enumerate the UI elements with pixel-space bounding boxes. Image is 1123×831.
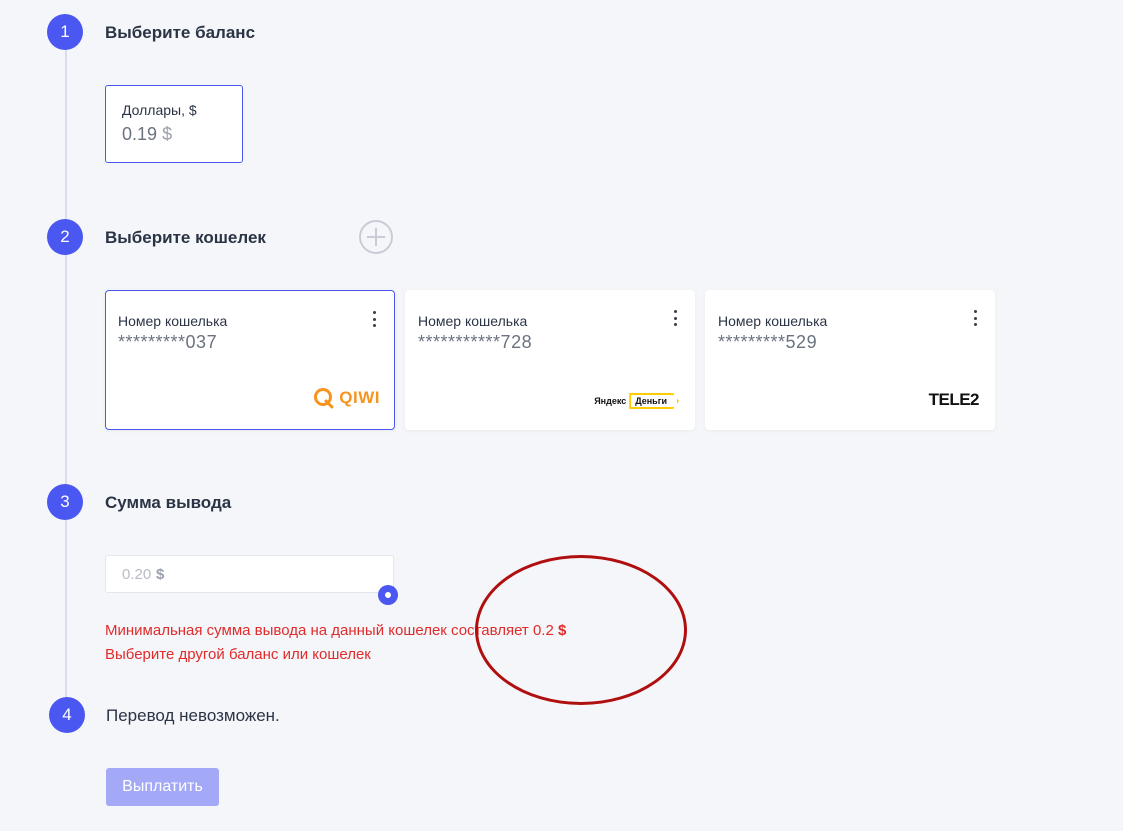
- tele2-logo: TELE2: [928, 390, 980, 409]
- wallet-label: Номер кошелька: [718, 313, 828, 329]
- wallet-number: *********529: [718, 332, 818, 352]
- add-wallet-plus-icon[interactable]: [359, 220, 393, 254]
- balance-value: 0.19: [122, 124, 158, 144]
- step-connector-line: [65, 45, 67, 705]
- balance-card-dollars[interactable]: Доллары, $ 0.19 $: [105, 85, 243, 163]
- balance-value-row: 0.19 $: [122, 124, 242, 145]
- wallet-card-qiwi[interactable]: Номер кошелька *********037 QIWI: [105, 290, 395, 430]
- balance-label: Доллары, $: [122, 102, 197, 118]
- wallet-card-yandex-money[interactable]: Номер кошелька ***********728 Яндекс Ден…: [405, 290, 695, 430]
- step-3-number: 3: [47, 484, 83, 520]
- qiwi-logo-mark: [314, 388, 334, 409]
- wallet-number: ***********728: [418, 332, 533, 352]
- qiwi-logo-text: QIWI: [339, 388, 380, 407]
- wallet-number: *********037: [118, 332, 218, 352]
- step-2-title: Выберите кошелек: [105, 228, 266, 247]
- wallet-label: Номер кошелька: [418, 313, 528, 329]
- more-vertical-icon[interactable]: [368, 311, 380, 327]
- step-2-number: 2: [47, 219, 83, 255]
- step-3-title: Сумма вывода: [105, 493, 232, 512]
- balance-currency: $: [162, 124, 173, 144]
- pay-button[interactable]: Выплатить: [106, 768, 219, 806]
- withdraw-amount-input[interactable]: [122, 565, 156, 583]
- red-annotation-ellipse: [475, 555, 687, 705]
- transfer-status: Перевод невозможен.: [106, 706, 280, 725]
- yandex-logo-text: Яндекс: [594, 396, 627, 406]
- yandex-money-logo: Яндекс Деньги: [594, 393, 679, 409]
- step-4-number: 4: [49, 697, 85, 733]
- wallet-card-tele2[interactable]: Номер кошелька *********529 TELE2: [705, 290, 995, 430]
- qiwi-logo: QIWI: [313, 387, 380, 409]
- more-vertical-icon[interactable]: [669, 310, 681, 326]
- yandex-money-badge: Деньги: [629, 393, 679, 409]
- more-vertical-icon[interactable]: [969, 310, 981, 326]
- step-1-title: Выберите баланс: [105, 23, 256, 42]
- wallet-label: Номер кошелька: [118, 313, 228, 329]
- choose-other-error: Выберите другой баланс или кошелек: [105, 646, 371, 663]
- amount-currency: $: [156, 565, 165, 583]
- amount-slider-handle[interactable]: [378, 585, 398, 605]
- withdraw-amount-field[interactable]: $: [105, 555, 394, 593]
- step-1-number: 1: [47, 14, 83, 50]
